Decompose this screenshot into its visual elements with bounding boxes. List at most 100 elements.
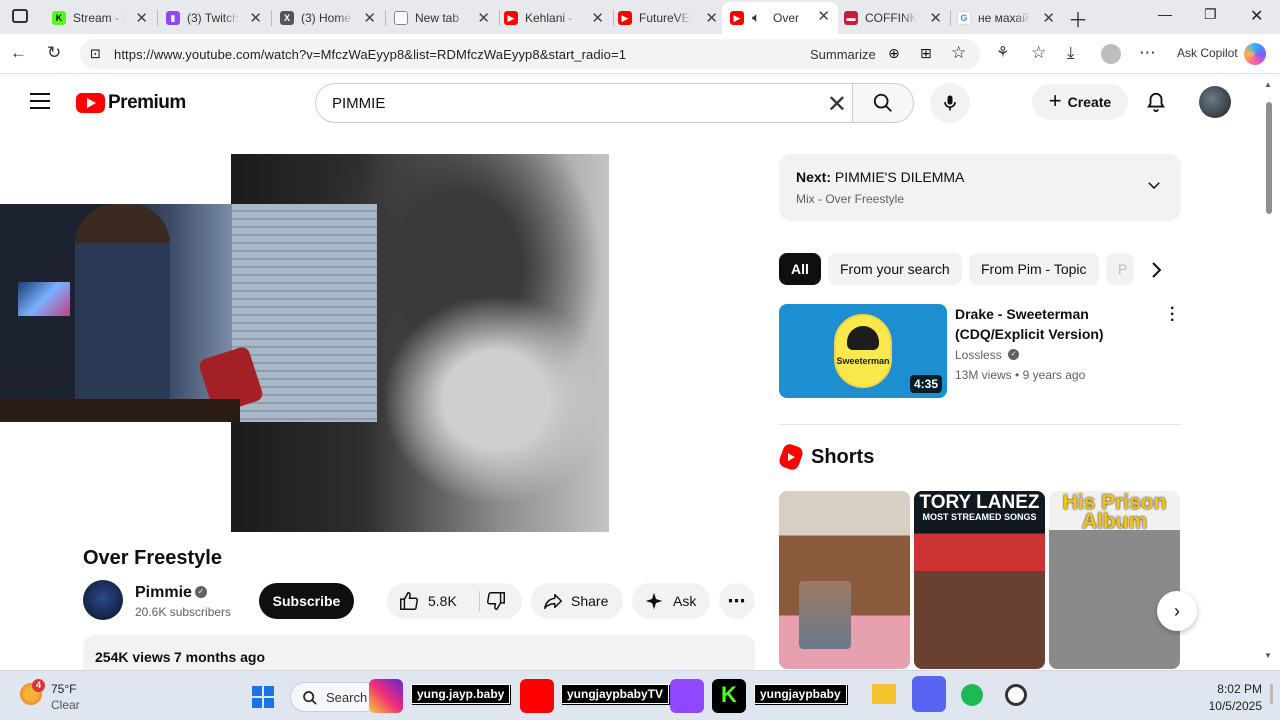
like-icon[interactable] — [398, 590, 420, 612]
kebab-menu-icon[interactable]: · · · — [1170, 301, 1175, 329]
favorites-icon[interactable]: ☆ — [1031, 43, 1046, 63]
close-icon[interactable]: ✕ — [249, 9, 262, 27]
close-window-button[interactable]: ✕ — [1250, 6, 1263, 26]
close-icon[interactable]: ✕ — [1042, 9, 1055, 27]
browser-tab-active[interactable]: ▶ 🔈︎ Over ✕ — [722, 2, 838, 34]
search-button[interactable] — [852, 83, 914, 123]
recommended-video-title[interactable]: Drake - Sweeterman (CDQ/Explicit Version… — [955, 304, 1145, 344]
browser-tab[interactable]: ▬ COFFINK ✕ — [838, 4, 950, 32]
shorts-next-button[interactable]: › — [1157, 591, 1197, 631]
ask-label: Ask — [673, 593, 697, 609]
ask-button[interactable]: Ask — [632, 583, 710, 619]
scroll-up-icon[interactable]: ▲ — [1264, 80, 1272, 89]
description-box[interactable]: 254K views 7 months ago — [83, 635, 755, 675]
channel-name[interactable]: Pimmie — [135, 584, 192, 602]
duration-badge: 4:35 — [909, 375, 942, 393]
recommended-channel[interactable]: Lossless — [955, 348, 1002, 362]
scrollbar-thumb[interactable] — [1266, 102, 1272, 214]
downloads-icon[interactable]: ⤓ — [1067, 43, 1075, 63]
dislike-icon[interactable] — [485, 590, 507, 612]
create-button[interactable]: + Create — [1032, 84, 1128, 120]
chip-all[interactable]: All — [779, 253, 821, 285]
subscribe-button[interactable]: Subscribe — [259, 583, 354, 619]
close-icon[interactable]: ✕ — [135, 9, 148, 27]
twitch-app-icon[interactable] — [670, 679, 704, 713]
search-input[interactable]: PIMMIE ✕ — [315, 83, 853, 123]
youtube-premium-logo[interactable]: Premium — [76, 92, 186, 114]
refresh-icon[interactable]: ↻ — [47, 43, 61, 63]
up-next-panel[interactable]: Next: PIMMIE'S DILEMMA Mix - Over Freest… — [779, 154, 1181, 221]
voice-search-button[interactable] — [930, 83, 970, 123]
browser-tab[interactable]: New tab ✕ — [386, 4, 498, 32]
favorite-star-icon[interactable]: ☆ — [951, 43, 966, 63]
chip-partial[interactable]: P — [1106, 253, 1134, 285]
discord-icon[interactable] — [912, 676, 946, 712]
new-tab-button[interactable]: ＋ — [1068, 4, 1088, 33]
profile-icon[interactable] — [1101, 44, 1121, 64]
obs-icon[interactable] — [1005, 684, 1027, 706]
browser-tab[interactable]: ▶ FutureVEV ✕ — [614, 4, 726, 32]
clear-search-icon[interactable]: ✕ — [827, 90, 847, 119]
url-text[interactable]: https://www.youtube.com/watch?v=MfczWaEy… — [114, 47, 626, 62]
spotify-icon[interactable] — [961, 684, 983, 706]
youtube-app-icon[interactable] — [520, 679, 554, 713]
chevron-down-icon[interactable] — [1145, 176, 1163, 194]
scroll-down-icon[interactable]: ▼ — [1264, 651, 1272, 660]
chip-from-pim-topic[interactable]: From Pim - Topic — [969, 253, 1099, 285]
browser-tab[interactable]: G не махай ✕ — [951, 4, 1063, 32]
apps-icon[interactable]: ⊞ — [920, 45, 932, 62]
close-icon[interactable]: ✕ — [705, 9, 718, 27]
share-button[interactable]: Share — [531, 583, 623, 619]
windows-start-icon[interactable] — [252, 686, 274, 708]
address-bar[interactable]: ⊡ https://www.youtube.com/watch?v=MfczWa… — [80, 39, 980, 69]
tab-title: Over — [773, 11, 800, 25]
clock-date: 10/5/2025 — [1208, 699, 1262, 713]
chevron-right-icon[interactable] — [1141, 257, 1173, 283]
channel-avatar[interactable] — [83, 580, 123, 620]
short-card[interactable]: His Prison Album — [1049, 491, 1180, 669]
short-card[interactable]: TORY LANEZ MOST STREAMED SONGS — [914, 491, 1045, 669]
close-icon[interactable]: ✕ — [477, 9, 490, 27]
search-value[interactable]: PIMMIE — [332, 95, 385, 112]
like-count[interactable]: 5.8K — [428, 593, 457, 609]
more-menu-icon[interactable]: ⋯ — [1139, 43, 1156, 63]
hamburger-menu-icon[interactable] — [30, 93, 50, 114]
search-icon — [873, 93, 892, 112]
speaker-icon[interactable]: 🔈︎ — [752, 9, 760, 26]
notifications-bell-icon[interactable] — [1145, 91, 1167, 113]
restore-button[interactable]: ❐ — [1204, 6, 1217, 23]
kick-app-icon[interactable]: K — [712, 679, 746, 713]
close-icon[interactable]: ✕ — [591, 9, 604, 27]
browser-tab[interactable]: X (3) Home ✕ — [272, 4, 384, 32]
coffink-icon: ▬ — [844, 11, 858, 25]
copilot-icon[interactable] — [1244, 43, 1266, 65]
ask-copilot-button[interactable]: Ask Copilot — [1177, 46, 1238, 60]
close-icon[interactable]: ✕ — [929, 9, 942, 27]
close-icon[interactable]: ✕ — [363, 9, 376, 27]
file-explorer-icon[interactable] — [872, 684, 896, 704]
browser-tab[interactable]: K Stream - K ✕ — [44, 4, 156, 32]
chip-from-your-search[interactable]: From your search — [828, 253, 962, 285]
translate-icon[interactable]: ⊕ — [888, 45, 900, 62]
instagram-icon[interactable] — [369, 679, 403, 713]
minimize-button[interactable]: — — [1158, 6, 1172, 22]
weather-condition[interactable]: Clear — [51, 698, 80, 712]
browser-tab[interactable]: ▮ (3) Twitch ✕ — [158, 4, 270, 32]
system-clock[interactable]: 8:02 PM 10/5/2025 — [1205, 681, 1262, 715]
taskbar-search[interactable]: Search — [290, 682, 380, 712]
extensions-icon[interactable]: ⚘ — [996, 43, 1009, 61]
back-icon[interactable]: ← — [10, 43, 27, 63]
close-icon[interactable]: ✕ — [817, 7, 830, 25]
workspaces-icon[interactable] — [12, 9, 28, 23]
account-avatar[interactable] — [1199, 86, 1231, 118]
video-thumbnail[interactable]: Sweeterman 4:35 — [779, 304, 947, 398]
shorts-icon — [777, 442, 805, 472]
more-actions-icon[interactable]: ⋯ — [719, 583, 755, 619]
temperature[interactable]: 75°F — [51, 682, 76, 696]
show-desktop-button[interactable] — [1270, 684, 1273, 704]
site-info-icon[interactable]: ⊡ — [90, 46, 101, 62]
logo-wordmark: Premium — [108, 92, 186, 113]
summarize-button[interactable]: Summarize — [810, 47, 876, 62]
browser-tab[interactable]: ▶ Kehlani - ✕ — [500, 4, 612, 32]
short-card[interactable] — [779, 491, 910, 669]
